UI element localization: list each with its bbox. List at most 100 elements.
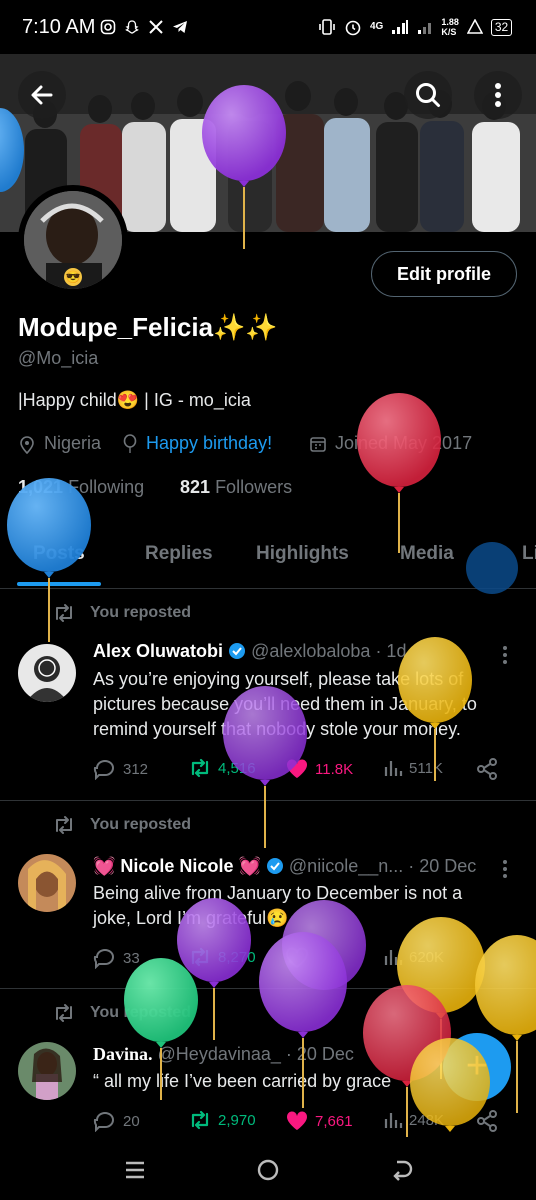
- like-count: 11.8K: [315, 760, 354, 778]
- author-name[interactable]: Alex Oluwatobi: [93, 641, 223, 661]
- share-icon[interactable]: [476, 1110, 498, 1132]
- views-count: 248K: [409, 1111, 445, 1129]
- following-link[interactable]: 1,021 Following: [18, 477, 144, 498]
- views-icon: [384, 761, 403, 776]
- search-icon: [416, 83, 440, 107]
- like-button[interactable]: 7,661: [285, 1110, 353, 1132]
- location-pin-icon: [20, 435, 34, 454]
- signal-weak-icon: [417, 19, 433, 35]
- post-time: · 1d: [375, 641, 407, 661]
- balloon-red-1: [357, 393, 441, 553]
- views-button[interactable]: 620K: [383, 947, 444, 967]
- repost-icon: [56, 816, 72, 834]
- heart-filled-icon: [286, 759, 308, 778]
- views-button[interactable]: 248K: [383, 1110, 444, 1130]
- signal-icon: [391, 19, 409, 35]
- location: Nigeria: [18, 433, 101, 454]
- views-button[interactable]: 511K: [383, 758, 443, 778]
- search-button[interactable]: [404, 71, 452, 119]
- heart-filled-icon: [286, 1111, 308, 1130]
- post-item[interactable]: You reposted Alex Oluwatobi @alexlobalob…: [0, 589, 536, 799]
- more-options-button[interactable]: [474, 71, 522, 119]
- post-more-icon[interactable]: [500, 644, 510, 666]
- repost-indicator: You reposted: [52, 815, 191, 835]
- alarm-icon: [344, 18, 362, 36]
- tab-media[interactable]: Media: [400, 543, 454, 565]
- views-icon: [384, 1113, 403, 1128]
- repost-button[interactable]: 8,270: [188, 947, 256, 967]
- tab-replies[interactable]: Replies: [145, 543, 213, 565]
- like-button[interactable]: 11.8K: [285, 758, 353, 780]
- x-logo-icon: [148, 19, 164, 35]
- speed-value: 1.88: [441, 17, 459, 27]
- repost-icon: [191, 947, 209, 967]
- post-header: Alex Oluwatobi @alexlobaloba · 1d: [93, 641, 406, 662]
- birthday-link[interactable]: Happy birthday!: [146, 433, 272, 454]
- home-icon[interactable]: [256, 1158, 280, 1182]
- calendar-icon: [310, 436, 326, 452]
- repost-count: 8,270: [218, 948, 256, 966]
- avatar[interactable]: [18, 644, 76, 702]
- joined-date: Joined May 2017: [309, 433, 472, 454]
- back-nav-icon[interactable]: [390, 1158, 414, 1182]
- views-count: 620K: [409, 948, 445, 966]
- repost-button[interactable]: 4,516: [188, 758, 256, 778]
- author-name[interactable]: Davina.: [93, 1044, 153, 1064]
- post-more-icon[interactable]: [500, 858, 510, 880]
- repost-icon: [56, 604, 72, 622]
- location-text: Nigeria: [44, 433, 102, 453]
- post-text: “ all my life I’ve been carried by grace: [93, 1071, 392, 1091]
- network-speed: 1.88 K/S: [441, 17, 459, 37]
- reply-count: 33: [123, 949, 140, 967]
- more-vertical-icon: [495, 83, 501, 107]
- avatar-emoji-badge: 😎: [64, 268, 82, 286]
- reply-button[interactable]: 20: [93, 1110, 140, 1132]
- tab-highlights[interactable]: Highlights: [256, 543, 349, 565]
- profile-bio: |Happy child😍 | IG - mo_icia: [18, 390, 251, 410]
- post-item[interactable]: You reposted 💓 Nicole Nicole 💓 @niicole_…: [0, 801, 536, 987]
- snapchat-icon: [124, 19, 140, 35]
- repost-icon: [191, 1110, 209, 1130]
- author-handle[interactable]: @niicole__n...: [289, 856, 403, 876]
- arrow-left-icon: [31, 85, 53, 105]
- post-actions: 312 4,516 11.8K 511K: [93, 758, 513, 782]
- reply-button[interactable]: 33: [93, 947, 140, 969]
- joined-text: Joined May 2017: [335, 433, 473, 453]
- author-name[interactable]: 💓 Nicole Nicole 💓: [93, 856, 261, 876]
- display-name: Modupe_Felicia✨✨: [18, 312, 278, 342]
- back-button[interactable]: [18, 71, 66, 119]
- battery-indicator: 32: [490, 18, 513, 36]
- network-label: 4G: [370, 21, 384, 32]
- avatar[interactable]: [18, 854, 76, 912]
- post-time: · 20 Dec: [285, 1044, 354, 1064]
- status-bar: 7:10 AM 4G 1.88 K/S 32: [0, 0, 536, 54]
- heart-icon: [286, 947, 308, 969]
- tab-posts[interactable]: Posts: [33, 543, 85, 565]
- balloon-dark-blue: [466, 542, 518, 594]
- balloon-icon: [123, 433, 137, 453]
- share-icon[interactable]: [476, 758, 498, 780]
- edit-profile-button[interactable]: Edit profile: [371, 251, 517, 297]
- followers-link[interactable]: 821 Followers: [180, 477, 292, 498]
- repost-button[interactable]: 2,970: [188, 1110, 256, 1130]
- user-handle: @Mo_icia: [18, 348, 99, 368]
- author-handle[interactable]: @Heydavinaa_: [158, 1044, 281, 1064]
- verified-badge-icon: [228, 642, 246, 660]
- repost-count: 4,516: [218, 759, 256, 777]
- post-header: Davina. @Heydavinaa_ · 20 Dec: [93, 1044, 354, 1065]
- compose-fab[interactable]: +: [443, 1033, 511, 1101]
- reply-button[interactable]: 312: [93, 758, 148, 780]
- avatar[interactable]: [18, 1042, 76, 1100]
- repost-indicator: You reposted: [52, 1003, 191, 1023]
- reply-count: 20: [123, 1112, 140, 1130]
- reply-icon: [93, 1112, 114, 1132]
- telegram-icon: [172, 19, 188, 35]
- following-count: 1,021: [18, 477, 64, 497]
- speed-unit: K/S: [441, 27, 457, 37]
- repost-label: You reposted: [90, 1004, 192, 1021]
- repost-label: You reposted: [90, 604, 192, 621]
- recent-apps-icon[interactable]: [124, 1160, 146, 1180]
- tab-likes[interactable]: Li: [522, 543, 536, 565]
- author-handle[interactable]: @alexlobaloba: [251, 641, 370, 661]
- like-button[interactable]: [285, 947, 315, 969]
